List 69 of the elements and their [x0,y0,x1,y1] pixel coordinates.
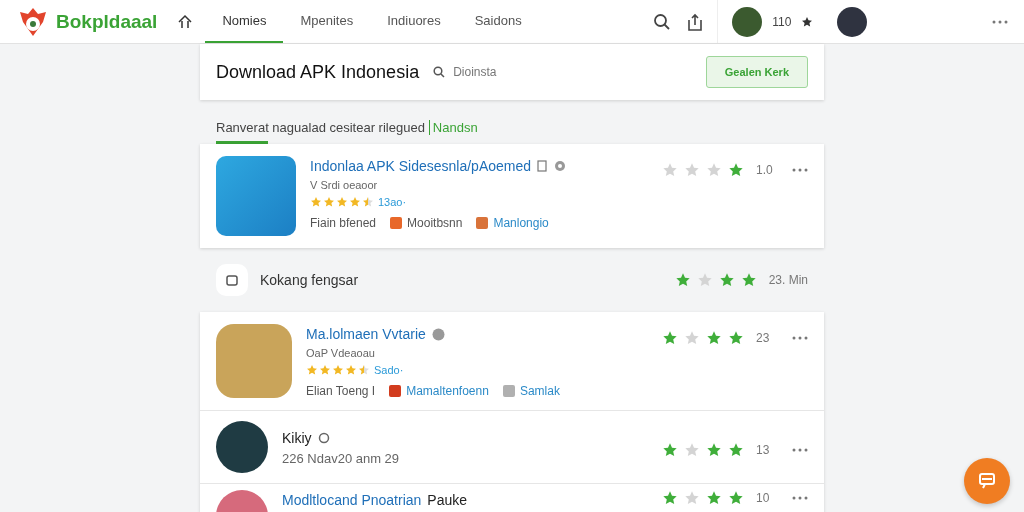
star-icon[interactable] [662,330,678,346]
rating-score: 13 [756,443,771,457]
section-heading: Ranverat nagualad cesitear rilegued [216,120,425,135]
star-icon[interactable] [728,330,744,346]
share-icon[interactable] [687,12,704,31]
more-icon[interactable] [792,496,808,500]
avatar[interactable] [732,6,763,37]
more-icon[interactable] [792,168,808,172]
photo-placeholder[interactable] [216,324,292,398]
star-icon[interactable] [662,162,678,178]
rating-score: 23 [756,331,771,345]
app-icon[interactable] [216,156,296,236]
group-title: Kokang fengsar [260,272,360,288]
section-link[interactable]: Nandsn [428,120,478,135]
search-icon[interactable] [653,12,672,31]
star-icon[interactable] [728,442,744,458]
title-suffix: Pauke [427,492,467,508]
star-icon[interactable] [706,162,722,178]
star-icon[interactable] [740,272,757,288]
user-name[interactable]: Kikiy [282,430,312,446]
star-icon[interactable] [662,490,678,506]
follower-count: 110 [772,14,792,29]
meta-text: Elian Toeng I [306,384,376,398]
star-icon[interactable] [706,330,722,346]
star-icon[interactable] [728,162,744,178]
avatar[interactable] [837,6,868,37]
more-icon[interactable] [792,448,808,452]
app-title[interactable]: Ma.lolmaen Vvtarie [306,326,426,342]
app-subtitle: OaP Vdeaoau [306,347,376,359]
star-icon[interactable] [684,490,700,506]
more-icon[interactable] [792,336,808,340]
rating-count: Sado· [374,364,404,376]
page-title: Download APK Indonesia [216,61,420,83]
search-field[interactable]: Dioinsta [453,65,497,79]
nav-tab[interactable]: Saidons [457,0,539,43]
star-icon[interactable] [684,162,700,178]
meta-link[interactable]: Mamaltenfoenn [406,384,489,398]
star-icon[interactable] [706,490,722,506]
star-icon[interactable] [662,442,678,458]
meta-link[interactable]: Samlak [519,384,560,398]
star-icon[interactable] [684,442,700,458]
action-button[interactable]: Gealen Kerk [705,56,808,88]
search-icon [433,66,446,78]
chat-button[interactable] [964,458,1010,504]
star-icon[interactable] [684,330,700,346]
meta-text: Fiain bfened [310,216,377,230]
rating-score: 1.0 [756,163,774,177]
chat-icon [977,472,997,490]
nav-tab[interactable]: Mpenites [283,0,371,43]
app-title[interactable]: Indonlaa APK Sidesesnla/pAoemed [310,158,532,174]
star-icon[interactable] [801,15,814,28]
post-date: 226 Ndav20 anm 29 [282,451,401,466]
home-icon[interactable] [177,13,194,30]
logo-text[interactable]: Bokpldaaal [56,10,158,33]
avatar[interactable] [216,421,268,473]
meta-text: Mooitbsnn [407,216,463,230]
more-icon[interactable] [992,19,1008,24]
star-icon[interactable] [718,272,735,288]
app-title[interactable]: Modltlocand Pnoatrian [282,492,422,508]
nav-tab[interactable]: Indiuores [370,0,458,43]
app-subtitle: V Srdi oeaoor [310,179,379,191]
rating-score: 10 [756,491,771,505]
rating-score: 23. Min [768,273,808,287]
star-icon[interactable] [696,272,713,288]
meta-link[interactable]: Manlongio [493,216,549,230]
rating-count: 13ao· [378,196,407,208]
star-icon[interactable] [674,272,691,288]
star-icon[interactable] [706,442,722,458]
star-icon[interactable] [728,490,744,506]
